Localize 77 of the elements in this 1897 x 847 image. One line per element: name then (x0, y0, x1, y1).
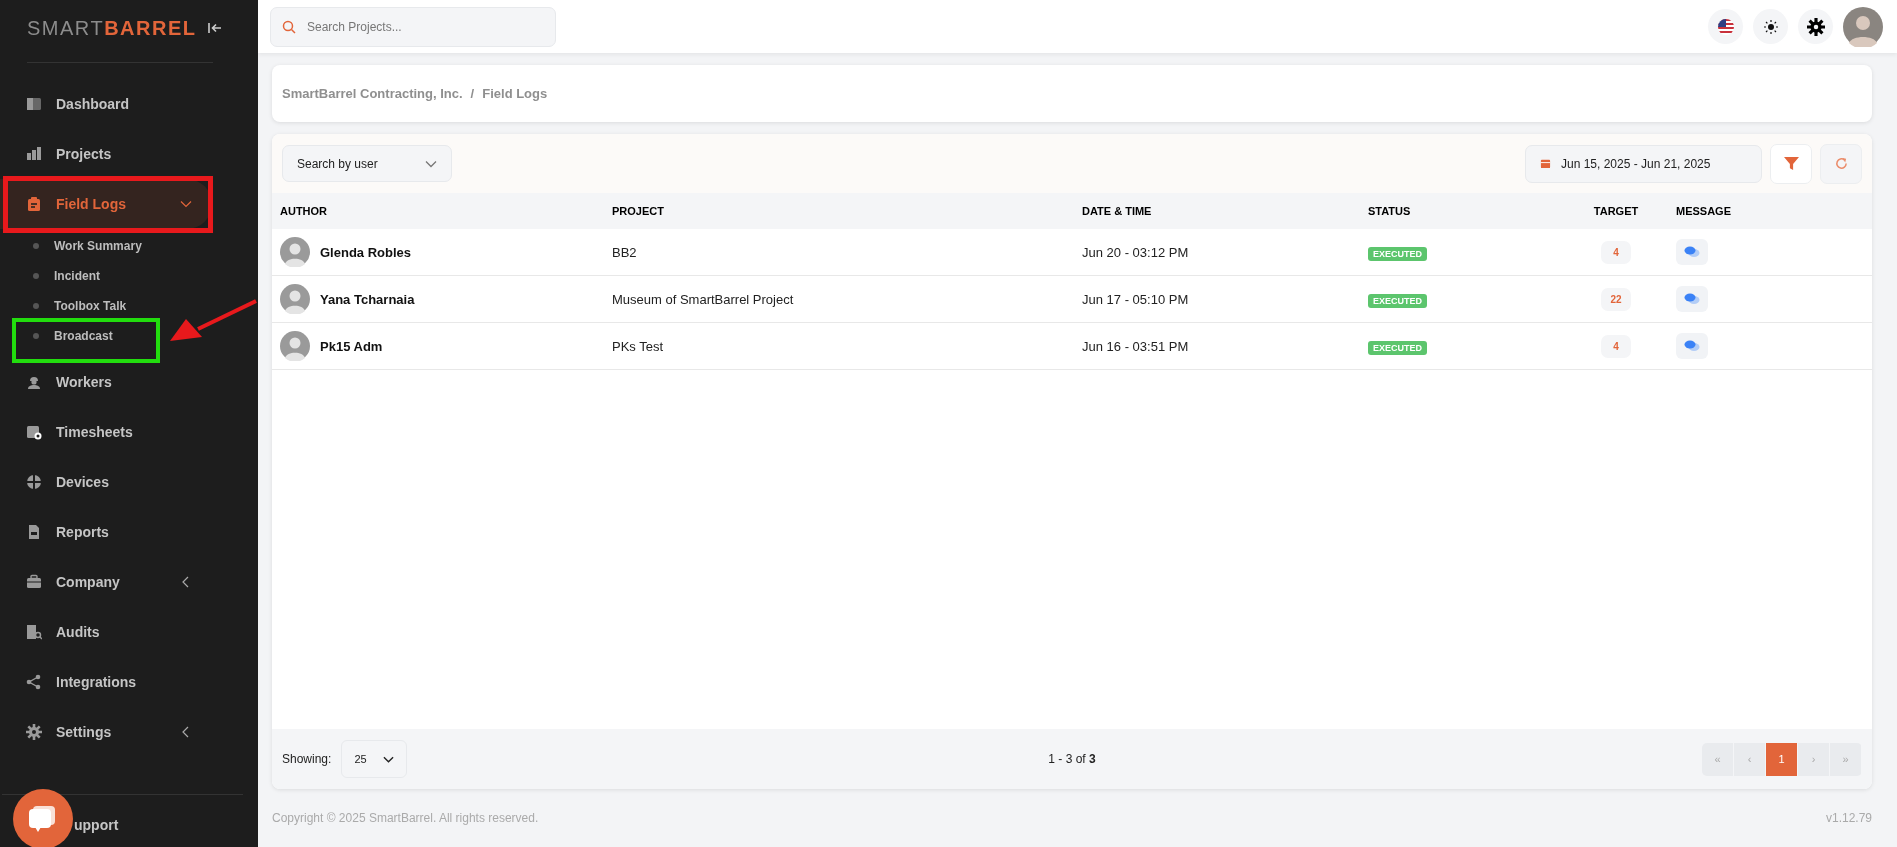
version-label: v1.12.79 (1825, 811, 1872, 825)
page-size-dropdown[interactable]: 25 (341, 740, 408, 778)
case-icon (26, 574, 42, 590)
status-badge: EXECUTED (1368, 293, 1427, 308)
message-button[interactable] (1676, 239, 1708, 265)
chevron-down-icon (180, 198, 192, 210)
target-count: 4 (1601, 334, 1631, 358)
nav-item[interactable]: Audits (0, 607, 212, 657)
theme-button[interactable] (1753, 9, 1788, 44)
settings-icon (1806, 17, 1825, 36)
collapse-icon[interactable] (208, 22, 223, 34)
nav-item[interactable]: Dashboard (0, 79, 212, 129)
sub-nav-item[interactable]: Toolbox Talk (0, 291, 127, 321)
status-badge: EXECUTED (1368, 340, 1427, 355)
nav-item[interactable]: Timesheets (0, 407, 212, 457)
nav-item[interactable]: Reports (0, 507, 212, 557)
user-avatar[interactable] (1843, 6, 1883, 47)
avatar (280, 331, 310, 361)
nav-item[interactable]: Devices (0, 457, 212, 507)
filter-button[interactable] (1770, 143, 1812, 184)
chat-icon (1684, 245, 1700, 259)
chat-icon (1684, 292, 1700, 306)
nav-item[interactable]: Integrations (0, 657, 212, 707)
settings-button[interactable] (1798, 9, 1833, 44)
search-field[interactable]: Search Projects... (270, 6, 556, 47)
copyright-text: Copyright © 2025 SmartBarrel. All rights reserved. (272, 811, 539, 825)
result-range: 1 - 3 of 3 (1048, 752, 1096, 766)
column-header: AUTHOR (280, 205, 329, 217)
nav-item[interactable]: Projects (0, 129, 212, 179)
target-count: 22 (1601, 287, 1631, 311)
chat-button[interactable] (13, 789, 73, 847)
table-cell-text: PKs Test (612, 338, 665, 354)
refresh-button[interactable] (1820, 143, 1862, 184)
nav-item[interactable]: Settings (0, 707, 212, 757)
support-link[interactable]: upport (74, 817, 119, 847)
sun-icon (1762, 18, 1779, 35)
target-count: 4 (1601, 240, 1631, 264)
audit-icon (26, 624, 42, 640)
calendar-icon (1540, 158, 1551, 169)
clip-icon (26, 196, 42, 212)
sub-nav-item[interactable]: Incident (0, 261, 100, 291)
worker-icon (26, 374, 42, 390)
table-cell-text: BB2 (612, 244, 638, 260)
gear-icon (26, 724, 42, 740)
author-name: Yana Tcharnaia (320, 291, 415, 307)
author-name: Glenda Robles (320, 244, 412, 260)
date-range-field[interactable]: Jun 15, 2025 - Jun 21, 2025 (1525, 144, 1762, 183)
refresh-icon (1834, 157, 1848, 170)
column-header: TARGET (1592, 205, 1640, 217)
table-cell-text: Jun 16 - 03:51 PM (1082, 338, 1190, 354)
nav-item[interactable]: Workers (0, 357, 212, 407)
column-header: MESSAGE (1676, 205, 1732, 217)
chat-icon (1684, 339, 1700, 353)
table-cell-text: Museum of SmartBarrel Project (612, 291, 795, 307)
column-header: DATE & TIME (1082, 205, 1153, 217)
column-header: PROJECT (612, 205, 665, 217)
sub-nav-item[interactable]: Broadcast (0, 321, 113, 351)
message-button[interactable] (1676, 333, 1708, 359)
avatar (280, 237, 310, 267)
status-badge: EXECUTED (1368, 246, 1427, 261)
filter-icon (1783, 156, 1799, 171)
user-filter-dropdown[interactable]: Search by user (282, 145, 452, 182)
breadcrumb-item: Field Logs (482, 86, 548, 101)
column-header: STATUS (1368, 205, 1412, 217)
message-button[interactable] (1676, 286, 1708, 312)
table-cell-text: Jun 20 - 03:12 PM (1082, 244, 1190, 260)
table-cell-text: Jun 17 - 05:10 PM (1082, 291, 1190, 307)
language-button[interactable] (1708, 9, 1743, 44)
logo: SMARTBARREL (27, 16, 197, 40)
breadcrumb-separator: / (470, 86, 475, 101)
author-name: Pk15 Adm (320, 338, 383, 354)
sub-nav-item[interactable]: Work Summary (0, 231, 142, 261)
showing-label: Showing: (282, 752, 332, 766)
flag-icon (1717, 18, 1734, 35)
nav-item[interactable]: Company (0, 557, 212, 607)
avatar (280, 284, 310, 314)
time-icon (26, 424, 42, 440)
